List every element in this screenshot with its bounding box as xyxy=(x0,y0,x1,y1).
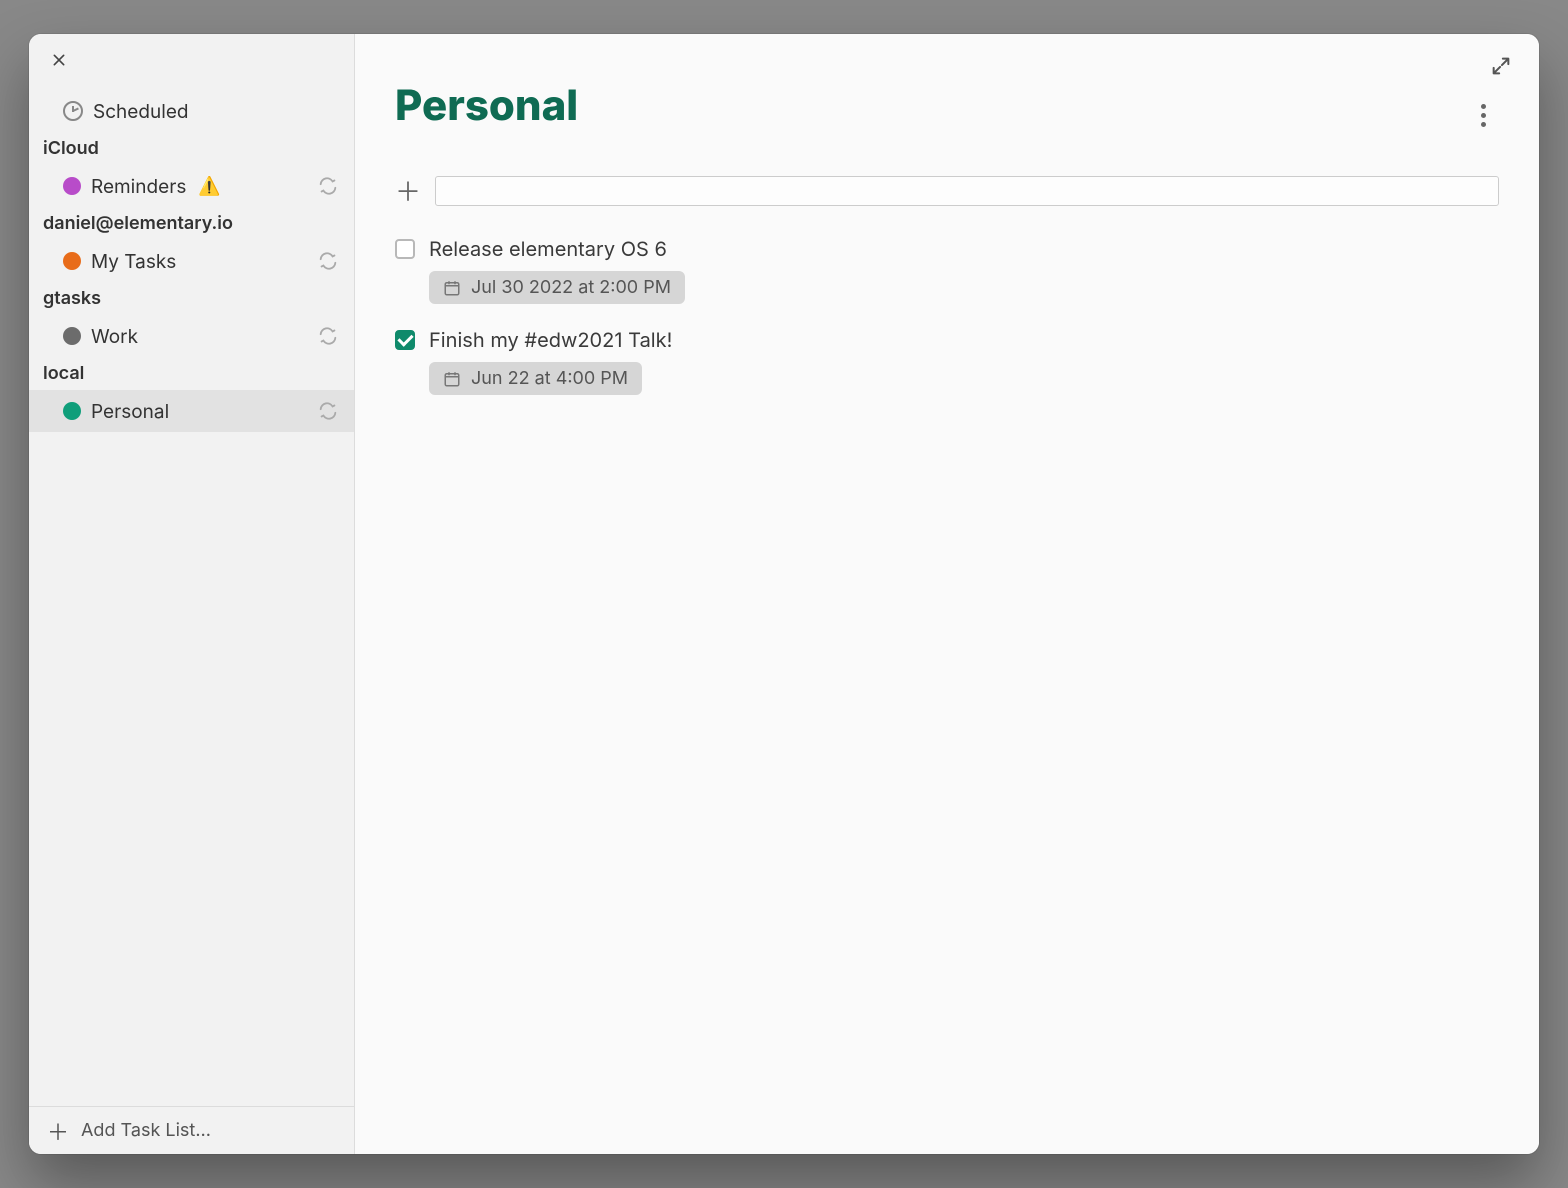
clock-icon xyxy=(63,101,83,121)
main-panel: Personal ＋ Release elementary OS 6 xyxy=(355,34,1539,1154)
list-label: Work xyxy=(91,325,138,348)
task-top: Release elementary OS 6 xyxy=(395,237,1499,261)
list-color-dot xyxy=(63,177,81,195)
sidebar-item-my-tasks[interactable]: My Tasks xyxy=(29,240,354,282)
close-icon xyxy=(51,52,67,68)
list-color-dot xyxy=(63,402,81,420)
scheduled-label: Scheduled xyxy=(93,100,189,123)
list-title: Personal xyxy=(395,80,578,131)
fullscreen-button[interactable] xyxy=(1485,50,1517,82)
task-list: Release elementary OS 6 Jul 30 2022 at 2… xyxy=(355,209,1539,423)
task-date-chip[interactable]: Jul 30 2022 at 2:00 PM xyxy=(429,271,685,304)
task-top: Finish my #edw2021 Talk! xyxy=(395,328,1499,352)
sidebar-item-scheduled[interactable]: Scheduled xyxy=(29,90,354,132)
sidebar-item-personal[interactable]: Personal xyxy=(29,390,354,432)
sync-icon[interactable] xyxy=(316,399,340,423)
task-date-label: Jun 22 at 4:00 PM xyxy=(471,368,628,389)
list-label: My Tasks xyxy=(91,250,176,273)
section-header-icloud: iCloud xyxy=(29,132,354,165)
section-header-gtasks: gtasks xyxy=(29,282,354,315)
more-options-button[interactable] xyxy=(1467,99,1499,131)
calendar-icon xyxy=(443,279,461,297)
list-color-dot xyxy=(63,252,81,270)
sync-icon[interactable] xyxy=(316,174,340,198)
task-title[interactable]: Release elementary OS 6 xyxy=(429,237,667,261)
list-label: Reminders xyxy=(91,175,186,198)
sidebar-content: Scheduled iCloud Reminders ⚠️ daniel@ele… xyxy=(29,34,354,1106)
plus-icon: ＋ xyxy=(47,1115,69,1147)
new-task-row: ＋ xyxy=(355,172,1539,209)
app-window: Scheduled iCloud Reminders ⚠️ daniel@ele… xyxy=(29,34,1539,1154)
sidebar-item-reminders[interactable]: Reminders ⚠️ xyxy=(29,165,354,207)
close-button[interactable] xyxy=(47,48,71,72)
sync-icon[interactable] xyxy=(316,249,340,273)
calendar-icon xyxy=(443,370,461,388)
task-row: Release elementary OS 6 Jul 30 2022 at 2… xyxy=(395,237,1499,304)
add-task-button[interactable]: ＋ xyxy=(395,172,415,209)
add-task-list-button[interactable]: ＋ Add Task List… xyxy=(29,1106,354,1154)
section-header-email: daniel@elementary.io xyxy=(29,207,354,240)
task-date-chip[interactable]: Jun 22 at 4:00 PM xyxy=(429,362,642,395)
task-title[interactable]: Finish my #edw2021 Talk! xyxy=(429,328,672,352)
task-row: Finish my #edw2021 Talk! Jun 22 at 4:00 … xyxy=(395,328,1499,395)
expand-icon xyxy=(1490,55,1512,77)
list-color-dot xyxy=(63,327,81,345)
main-header: Personal xyxy=(355,34,1539,144)
section-header-local: local xyxy=(29,357,354,390)
task-checkbox[interactable] xyxy=(395,239,415,259)
header-actions xyxy=(1485,50,1517,82)
sidebar: Scheduled iCloud Reminders ⚠️ daniel@ele… xyxy=(29,34,355,1154)
warning-icon: ⚠️ xyxy=(198,176,220,197)
task-checkbox[interactable] xyxy=(395,330,415,350)
new-task-input[interactable] xyxy=(435,176,1499,206)
list-label: Personal xyxy=(91,400,169,423)
sync-icon[interactable] xyxy=(316,324,340,348)
add-task-list-label: Add Task List… xyxy=(81,1120,211,1141)
task-date-label: Jul 30 2022 at 2:00 PM xyxy=(471,277,671,298)
dots-icon xyxy=(1481,104,1486,109)
sidebar-item-work[interactable]: Work xyxy=(29,315,354,357)
